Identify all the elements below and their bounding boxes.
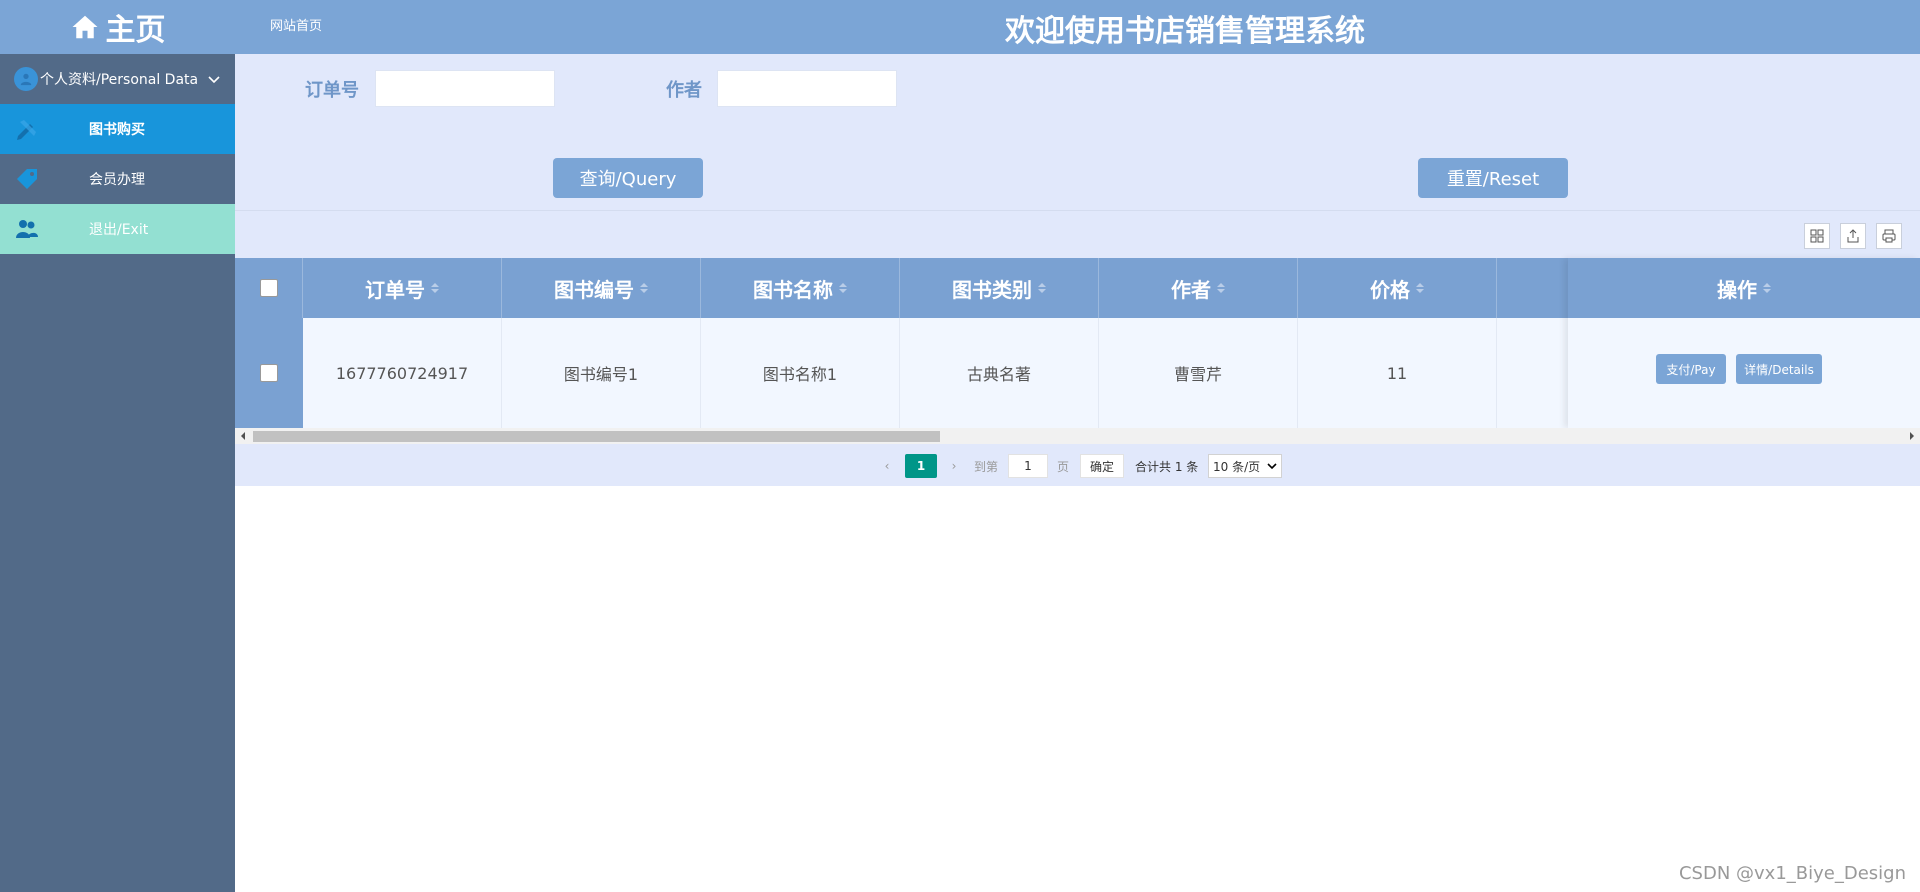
goto-label: 到第 <box>974 459 999 474</box>
scroll-right-icon[interactable] <box>1910 432 1914 440</box>
column-header-label: 订单号 <box>365 277 425 302</box>
column-header-label: 操作 <box>1717 277 1757 302</box>
sort-icon <box>1763 283 1771 293</box>
scrollbar-thumb[interactable] <box>253 431 940 442</box>
cell-order-number: 1677760724917 <box>303 318 502 428</box>
column-header-label: 图书编号 <box>554 277 634 302</box>
top-header: 网站首页 欢迎使用书店销售管理系统 <box>235 0 1920 54</box>
order-number-label: 订单号 <box>305 80 359 101</box>
goto-page-input[interactable]: 1 <box>1008 454 1048 478</box>
scroll-left-icon[interactable] <box>241 432 245 440</box>
column-header-book-number[interactable]: 图书编号 <box>502 258 701 318</box>
website-home-link[interactable]: 网站首页 <box>270 15 322 34</box>
app-root: 主页 个人资料/Personal Data 图书购买 会员办理 退出/Exit … <box>0 0 1920 892</box>
query-button[interactable]: 查询/Query <box>553 158 703 198</box>
column-header-label: 图书类别 <box>952 277 1032 302</box>
chevron-down-icon <box>208 76 220 84</box>
print-button[interactable] <box>1876 223 1902 249</box>
select-all-checkbox[interactable] <box>259 279 278 297</box>
cell-book-name: 图书名称1 <box>701 318 900 428</box>
sort-icon <box>839 283 847 293</box>
users-icon <box>16 220 38 238</box>
user-avatar-icon <box>14 67 38 91</box>
total-count: 合计共 1 条 <box>1135 459 1199 474</box>
column-header-actions[interactable]: 操作 <box>1568 258 1920 318</box>
horizontal-scrollbar[interactable] <box>235 428 1920 444</box>
column-header-book-category[interactable]: 图书类别 <box>900 258 1099 318</box>
column-header-label: 价格 <box>1370 277 1410 302</box>
column-header-label: 图书名称 <box>753 277 833 302</box>
sidebar-item-label: 会员办理 <box>89 172 145 188</box>
row-select-cell <box>235 318 303 428</box>
sort-icon <box>1416 283 1424 293</box>
details-button[interactable]: 详情/Details <box>1736 354 1822 384</box>
sort-icon <box>1217 283 1225 293</box>
sidebar-profile[interactable]: 个人资料/Personal Data <box>0 54 235 104</box>
row-checkbox[interactable] <box>260 364 278 382</box>
chevron-down-icon <box>1267 463 1277 470</box>
home-icon <box>72 15 97 39</box>
cell-book-number: 图书编号1 <box>502 318 701 428</box>
author-input[interactable] <box>717 70 897 107</box>
search-panel: 订单号 作者 查询/Query 重置/Reset <box>235 54 1920 210</box>
pay-button[interactable]: 支付/Pay <box>1656 354 1726 384</box>
reset-button[interactable]: 重置/Reset <box>1418 158 1568 198</box>
print-icon <box>1882 229 1896 243</box>
goto-confirm-button[interactable]: 确定 <box>1080 454 1124 478</box>
cell-author: 曹雪芹 <box>1099 318 1298 428</box>
cell-book-category: 古典名著 <box>900 318 1099 428</box>
select-all-cell <box>235 258 303 318</box>
sidebar-item-book-purchase[interactable]: 图书购买 <box>0 104 235 154</box>
page-size-value: 10 条/页 <box>1213 459 1261 474</box>
profile-label: 个人资料/Personal Data <box>40 72 199 88</box>
sort-icon <box>431 283 439 293</box>
logo-label: 主页 <box>105 13 166 48</box>
page-title: 欢迎使用书店销售管理系统 <box>1005 14 1365 49</box>
pagination: ‹ 1 › 到第 1 页 确定 合计共 1 条 10 条/页 <box>235 444 1920 486</box>
watermark-text: CSDN @vx1_Biye_Design <box>1678 863 1906 884</box>
page-number-current[interactable]: 1 <box>905 454 937 478</box>
sidebar: 主页 个人资料/Personal Data 图书购买 会员办理 退出/Exit <box>0 0 235 892</box>
sort-icon <box>640 283 648 293</box>
prev-page-icon[interactable]: ‹ <box>880 454 894 478</box>
columns-filter-button[interactable] <box>1804 223 1830 249</box>
column-header-price[interactable]: 价格 <box>1298 258 1497 318</box>
page-unit-label: 页 <box>1057 459 1070 474</box>
table-toolbar <box>235 210 1920 258</box>
order-number-input[interactable] <box>375 70 555 107</box>
sidebar-logo[interactable]: 主页 <box>0 0 235 54</box>
sidebar-item-membership[interactable]: 会员办理 <box>0 154 235 204</box>
sidebar-item-label: 图书购买 <box>89 122 145 138</box>
actions-column: 操作 支付/Pay 详情/Details <box>1568 258 1920 428</box>
cell-price: 11 <box>1298 318 1497 428</box>
column-header-author[interactable]: 作者 <box>1099 258 1298 318</box>
sidebar-item-exit[interactable]: 退出/Exit <box>0 204 235 254</box>
export-icon <box>1847 229 1859 243</box>
column-header-order-number[interactable]: 订单号 <box>303 258 502 318</box>
pencil-ruler-icon <box>17 120 36 140</box>
page-size-select[interactable]: 10 条/页 <box>1208 454 1282 478</box>
author-label: 作者 <box>666 80 702 101</box>
tag-icon <box>17 169 37 189</box>
next-page-icon[interactable]: › <box>947 454 961 478</box>
column-header-label: 作者 <box>1171 277 1211 302</box>
sidebar-item-label: 退出/Exit <box>89 222 149 238</box>
column-header-book-name[interactable]: 图书名称 <box>701 258 900 318</box>
grid-icon <box>1810 229 1824 243</box>
sort-icon <box>1038 283 1046 293</box>
export-button[interactable] <box>1840 223 1866 249</box>
